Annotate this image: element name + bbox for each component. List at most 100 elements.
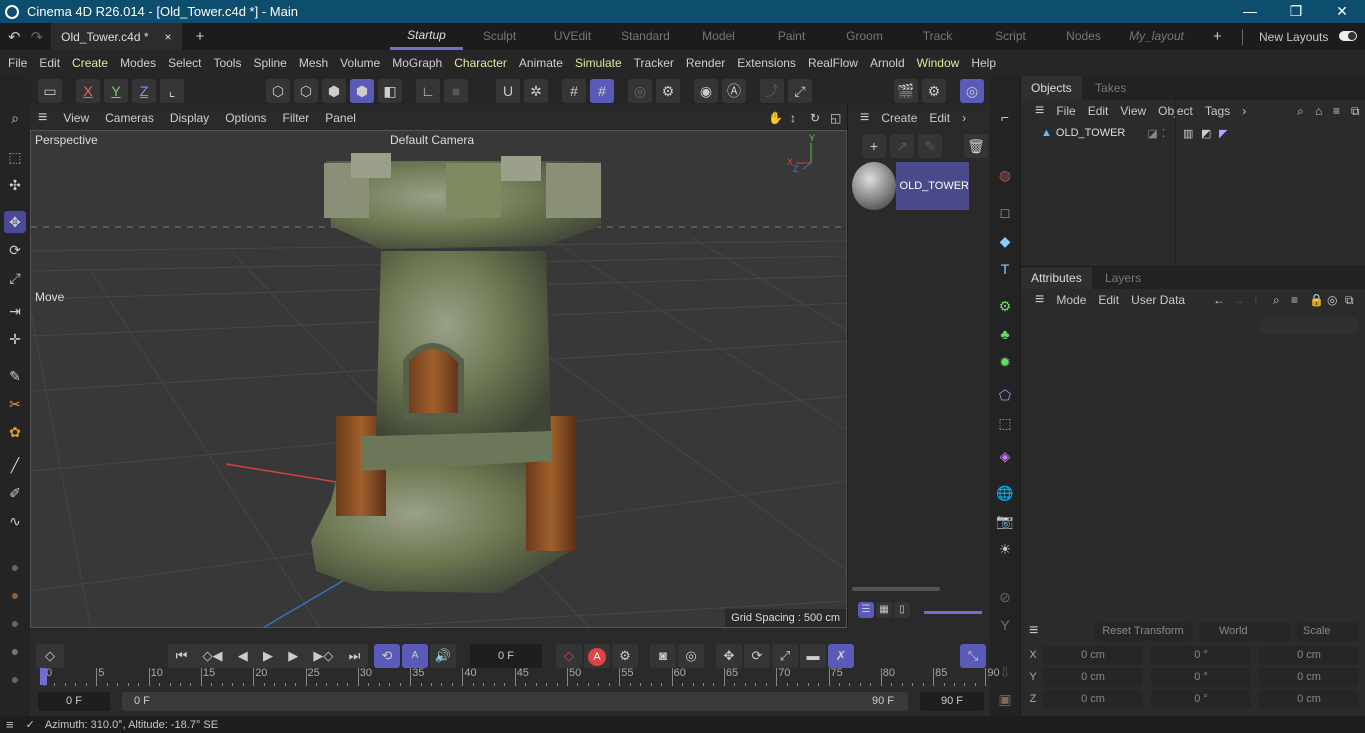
menu-help[interactable]: Help <box>967 56 1004 70</box>
new-tab-button[interactable]: + <box>196 28 205 45</box>
viewport-menu-options[interactable]: Options <box>217 111 274 125</box>
scale-tool-icon[interactable]: ⤢ <box>4 267 26 289</box>
layout-tab-paint[interactable]: Paint <box>755 23 828 50</box>
list-view-icon[interactable]: ☰ <box>858 602 874 618</box>
menu-window[interactable]: Window <box>913 56 968 70</box>
layout-tab-track[interactable]: Track <box>901 23 974 50</box>
menu-mograph[interactable]: MoGraph <box>388 56 450 70</box>
material-icon-4[interactable]: ● <box>4 640 26 662</box>
menu-extensions[interactable]: Extensions <box>733 56 804 70</box>
filter-icon[interactable]: ≡ <box>1327 104 1346 118</box>
auto-icon[interactable]: Ⓐ <box>722 79 746 103</box>
view-layout-icon[interactable]: ▭ <box>38 79 62 103</box>
material-item[interactable]: OLD_TOWER <box>852 162 969 210</box>
render-settings-icon[interactable]: ⚙ <box>922 79 946 103</box>
more-chevron-icon[interactable]: › <box>1236 104 1252 118</box>
menu-character[interactable]: Character <box>450 56 515 70</box>
menu-edit[interactable]: Edit <box>35 56 68 70</box>
pick-material-button[interactable]: ✎ <box>918 134 942 158</box>
transform-icon[interactable]: ⇥ <box>4 300 26 322</box>
objects-menu-view[interactable]: View <box>1114 104 1152 118</box>
light-icon[interactable]: ☀ <box>994 538 1016 560</box>
soft-selection-icon[interactable]: ◎ <box>628 79 652 103</box>
layout-tab-standard[interactable]: Standard <box>609 23 682 50</box>
new-layouts-toggle[interactable] <box>1339 31 1357 41</box>
grid-view-icon[interactable]: ▦ <box>876 602 892 618</box>
menu-tracker[interactable]: Tracker <box>630 56 682 70</box>
layout-tab-script[interactable]: Script <box>974 23 1047 50</box>
layout-tab-groom[interactable]: Groom <box>828 23 901 50</box>
more-chevron-icon[interactable]: › <box>956 111 972 125</box>
new-window-icon[interactable]: ⧉ <box>1339 293 1360 308</box>
tab-takes[interactable]: Takes <box>1085 76 1136 100</box>
viewport-menu-filter[interactable]: Filter <box>275 111 318 125</box>
scale-x-field[interactable]: 0 cm <box>1259 646 1359 665</box>
snap-settings-icon[interactable]: ✲ <box>524 79 548 103</box>
edges-mode-icon[interactable]: ⬡ <box>294 79 318 103</box>
generator-icon[interactable]: ⚙ <box>994 295 1016 317</box>
snap-icon[interactable]: U <box>496 79 520 103</box>
chip-icon[interactable]: ▣ <box>994 688 1016 710</box>
magnet-icon[interactable]: ∿ <box>4 510 26 532</box>
lock-y-button[interactable]: Y <box>104 79 128 103</box>
minimize-button[interactable]: — <box>1227 0 1273 23</box>
tab-attributes[interactable]: Attributes <box>1021 267 1092 289</box>
apply-material-button[interactable]: ↗ <box>890 134 914 158</box>
attributes-search-field[interactable] <box>1259 317 1359 334</box>
pan-hand-icon[interactable]: ✋ <box>768 111 783 125</box>
menu-simulate[interactable]: Simulate <box>571 56 630 70</box>
viewport-menu-cameras[interactable]: Cameras <box>97 111 162 125</box>
hamburger-icon[interactable]: ≡ <box>1029 102 1050 120</box>
attributes-menu-user-data[interactable]: User Data <box>1125 293 1191 307</box>
objects-menu-tags[interactable]: Tags <box>1199 104 1236 118</box>
objects-menu-edit[interactable]: Edit <box>1082 104 1115 118</box>
lock-x-button[interactable]: X <box>76 79 100 103</box>
bend-icon[interactable]: ⬚ <box>994 412 1016 434</box>
null-object-icon[interactable]: ⌐ <box>994 106 1016 128</box>
close-tab-icon[interactable]: × <box>165 30 172 44</box>
joint-icon[interactable]: Y <box>994 614 1016 636</box>
axis-tool-icon[interactable]: ✛ <box>4 328 26 350</box>
tab-layers[interactable]: Layers <box>1095 267 1151 289</box>
select-tool-icon[interactable]: ⬚ <box>4 146 26 168</box>
hamburger-icon[interactable]: ≡ <box>6 717 14 732</box>
3d-viewport[interactable]: Perspective Default Camera Y X Z Move Gr… <box>30 130 847 628</box>
effector-icon[interactable]: ✹ <box>994 351 1016 373</box>
camera-icon[interactable]: 📷 <box>994 510 1016 532</box>
coordinate-space-dropdown[interactable]: World <box>1199 622 1291 641</box>
viewport-menu-view[interactable]: View <box>55 111 97 125</box>
material-menu-edit[interactable]: Edit <box>923 111 956 125</box>
plane-icon[interactable]: □ <box>994 202 1016 224</box>
viewport-menu-display[interactable]: Display <box>162 111 217 125</box>
spline-pen-icon[interactable]: ✎ <box>4 365 26 387</box>
new-material-button[interactable]: + <box>862 134 886 158</box>
menu-realflow[interactable]: RealFlow <box>804 56 866 70</box>
lock-z-button[interactable]: Z <box>132 79 156 103</box>
material-scrollbar[interactable] <box>852 587 940 591</box>
object-row[interactable]: ▲ OLD_TOWER ◪ ⁚ ▥ ◩ ◤ <box>1021 76 1365 266</box>
material-icon-1[interactable]: ● <box>4 556 26 578</box>
toggle-view-icon[interactable]: ◱ <box>830 111 841 125</box>
menu-tools[interactable]: Tools <box>209 56 249 70</box>
zoom-arrows-icon[interactable]: ↕ <box>790 111 796 125</box>
text-icon[interactable]: T <box>994 258 1016 280</box>
phong-tag-icon[interactable]: ◤ <box>1219 127 1227 140</box>
coordinate-mode-dropdown[interactable]: Scale <box>1297 622 1359 641</box>
environment-icon[interactable]: 🌐 <box>994 482 1016 504</box>
visibility-dots-icon[interactable]: ⁚ <box>1162 127 1166 140</box>
menu-render[interactable]: Render <box>682 56 733 70</box>
end-frame-field[interactable]: 90 F <box>920 692 984 711</box>
home-icon[interactable]: ⌂ <box>1309 104 1328 118</box>
playhead[interactable] <box>40 668 47 685</box>
new-window-icon[interactable]: ⧉ <box>1345 104 1365 119</box>
menu-select[interactable]: Select <box>164 56 209 70</box>
start-frame-field[interactable]: 0 F <box>38 692 110 711</box>
camera-name[interactable]: Default Camera <box>390 133 474 147</box>
material-icon-3[interactable]: ● <box>4 612 26 634</box>
attributes-menu-edit[interactable]: Edit <box>1092 293 1125 307</box>
thumbnail-size-slider[interactable] <box>924 611 982 614</box>
menu-arnold[interactable]: Arnold <box>866 56 913 70</box>
tab-objects[interactable]: Objects <box>1021 76 1082 100</box>
grid-lock-icon[interactable]: # <box>590 79 614 103</box>
layout-tab-nodes[interactable]: Nodes <box>1047 23 1120 50</box>
